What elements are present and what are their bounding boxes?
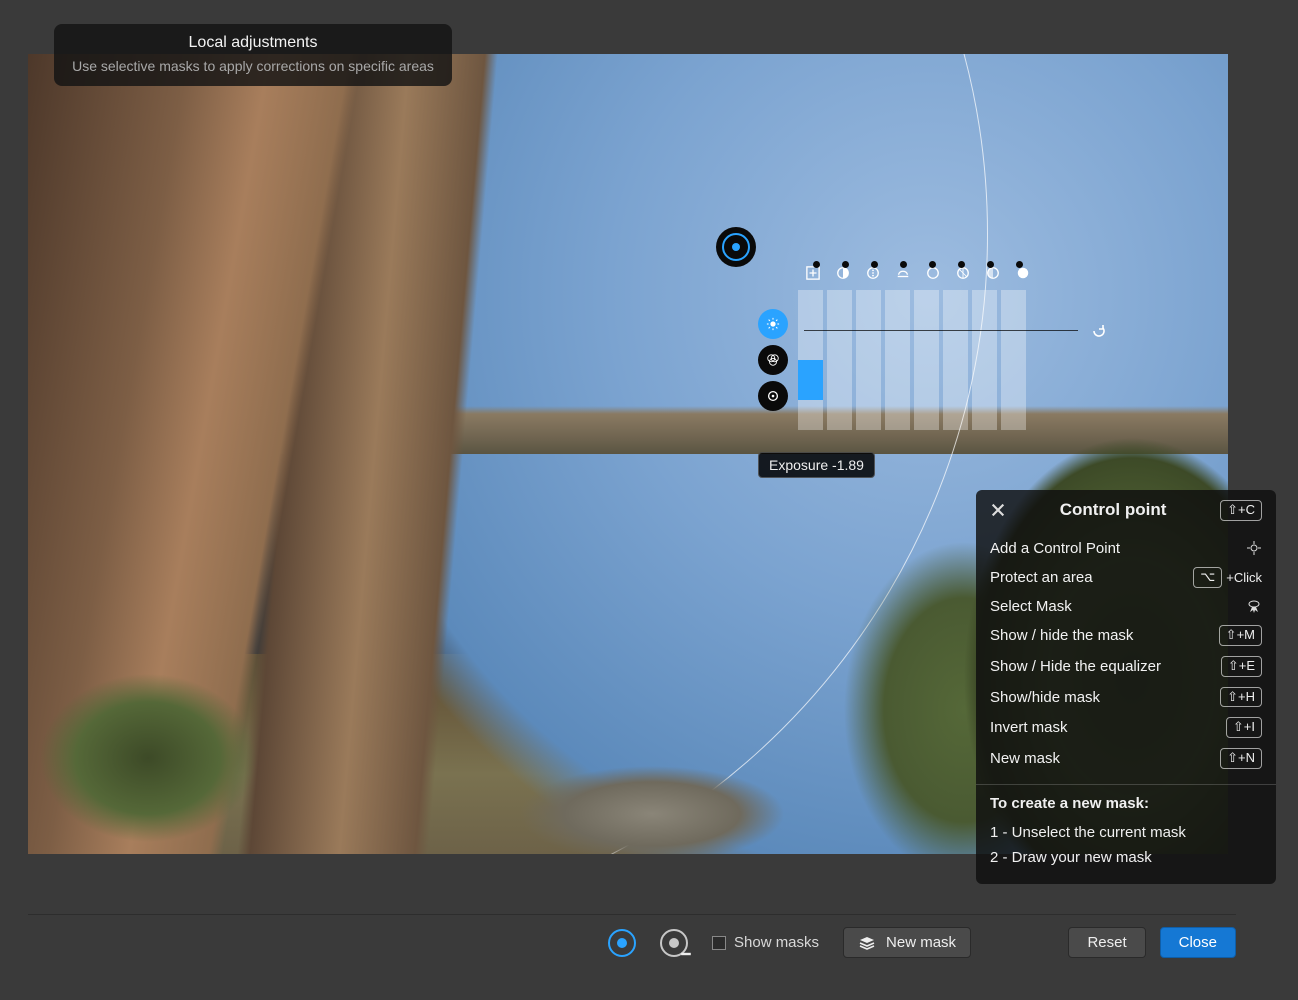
equalizer-dot[interactable] (871, 261, 878, 268)
equalizer-dot[interactable] (958, 261, 965, 268)
layers-icon (858, 936, 876, 950)
panel-row-label: Select Mask (990, 598, 1072, 615)
equalizer-bar[interactable] (798, 290, 823, 430)
panel-separator (976, 784, 1276, 785)
panel-row: Show / hide the mask ⇧+M (990, 620, 1262, 651)
bottom-toolbar: Show masks New mask Reset Close (28, 914, 1236, 970)
equalizer-tab-light[interactable] (758, 309, 788, 339)
panel-row-label: Show/hide mask (990, 689, 1100, 706)
equalizer: Exposure -1.89 (758, 264, 1078, 430)
equalizer-tab-detail[interactable] (758, 381, 788, 411)
equalizer-bar[interactable] (885, 290, 910, 430)
panel-title-shortcut: ⇧+C (1220, 500, 1262, 521)
equalizer-dot[interactable] (900, 261, 907, 268)
panel-title: Control point (1006, 500, 1220, 520)
close-icon[interactable] (990, 502, 1006, 518)
equalizer-bar[interactable] (1001, 290, 1026, 430)
panel-row-label: Show / hide the mask (990, 627, 1133, 644)
panel-row-label: Invert mask (990, 719, 1068, 736)
close-label: Close (1179, 934, 1217, 951)
mask-mode-add-icon[interactable] (608, 929, 636, 957)
equalizer-dot[interactable] (842, 261, 849, 268)
close-button[interactable]: Close (1160, 927, 1236, 958)
panel-row-shortcut: ⇧+I (1226, 717, 1262, 738)
panel-row: Add a Control Point (990, 535, 1262, 562)
reset-label: Reset (1087, 934, 1126, 951)
show-masks-label: Show masks (734, 934, 819, 951)
equalizer-readout: Exposure -1.89 (758, 452, 875, 478)
panel-row-shortcut: ⇧+H (1220, 687, 1262, 708)
panel-row: Select Mask (990, 593, 1262, 620)
local-adjustments-tooltip: Local adjustments Use selective masks to… (54, 24, 452, 86)
equalizer-bar[interactable] (943, 290, 968, 430)
panel-row: Show/hide mask ⇧+H (990, 682, 1262, 713)
new-mask-button[interactable]: New mask (843, 927, 971, 958)
panel-row: Invert mask ⇧+I (990, 712, 1262, 743)
panel-instruction-step: 2 - Draw your new mask (990, 845, 1262, 870)
control-point-pin[interactable] (717, 228, 755, 266)
equalizer-dot[interactable] (813, 261, 820, 268)
equalizer-bar[interactable] (827, 290, 852, 430)
readout-value: -1.89 (832, 457, 864, 473)
show-masks-checkbox[interactable]: Show masks (712, 934, 819, 951)
panel-row-shortcut: ⌥+Click (1193, 567, 1262, 588)
panel-row-shortcut: ⇧+N (1220, 748, 1262, 769)
target-icon (1246, 540, 1262, 556)
equalizer-bar[interactable] (856, 290, 881, 430)
panel-instruction-step: 1 - Unselect the current mask (990, 820, 1262, 845)
equalizer-tab-color[interactable] (758, 345, 788, 375)
mask-mode-subtract-icon[interactable] (660, 929, 688, 957)
equalizer-bar[interactable] (914, 290, 939, 430)
equalizer-dot[interactable] (1016, 261, 1023, 268)
panel-row-label: Show / Hide the equalizer (990, 658, 1161, 675)
readout-label: Exposure (769, 457, 828, 473)
cursor-lasso-icon (1246, 598, 1262, 614)
panel-instruction-title: To create a new mask: (990, 795, 1262, 812)
tooltip-title: Local adjustments (70, 34, 436, 52)
panel-row-label: Add a Control Point (990, 540, 1120, 557)
panel-row-label: Protect an area (990, 569, 1093, 586)
panel-row: New mask ⇧+N (990, 743, 1262, 774)
control-point-panel: Control point ⇧+C Add a Control Point Pro… (976, 490, 1276, 884)
equalizer-bars[interactable] (798, 290, 1026, 430)
panel-row: Show / Hide the equalizer ⇧+E (990, 651, 1262, 682)
tooltip-subtitle: Use selective masks to apply corrections… (70, 58, 436, 74)
panel-row-shortcut: ⇧+E (1221, 656, 1262, 677)
equalizer-dot[interactable] (987, 261, 994, 268)
panel-row-label: New mask (990, 750, 1060, 767)
panel-row: Protect an area ⌥+Click (990, 562, 1262, 593)
reset-button[interactable]: Reset (1068, 927, 1145, 958)
new-mask-label: New mask (886, 934, 956, 951)
equalizer-reset-icon[interactable] (1090, 322, 1108, 345)
panel-row-shortcut: ⇧+M (1219, 625, 1262, 646)
equalizer-bar[interactable] (972, 290, 997, 430)
equalizer-dot[interactable] (929, 261, 936, 268)
